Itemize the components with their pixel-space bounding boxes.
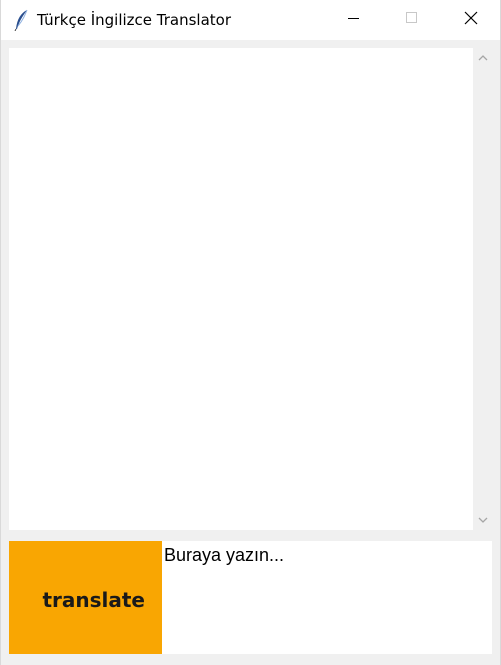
source-text-input[interactable]: Buraya yazın... bbox=[162, 541, 492, 654]
translate-button[interactable]: translate bbox=[9, 541, 162, 654]
title-bar[interactable]: Türkçe İngilizce Translator bbox=[1, 0, 500, 40]
chevron-down-icon bbox=[478, 511, 488, 529]
app-window: Türkçe İngilizce Translator translate Bu… bbox=[0, 0, 501, 665]
translation-output-text[interactable] bbox=[9, 48, 473, 530]
scroll-up-button[interactable] bbox=[473, 48, 493, 68]
close-button[interactable] bbox=[448, 0, 494, 40]
chevron-up-icon bbox=[478, 49, 488, 67]
scroll-down-button[interactable] bbox=[473, 510, 493, 530]
minimize-button[interactable] bbox=[331, 0, 377, 40]
output-scrollbar[interactable] bbox=[473, 48, 493, 530]
feather-icon bbox=[13, 9, 31, 32]
close-icon bbox=[464, 11, 478, 30]
maximize-icon bbox=[406, 11, 418, 29]
maximize-button[interactable] bbox=[389, 0, 435, 40]
window-title: Türkçe İngilizce Translator bbox=[37, 11, 232, 29]
minimize-icon bbox=[348, 11, 360, 29]
